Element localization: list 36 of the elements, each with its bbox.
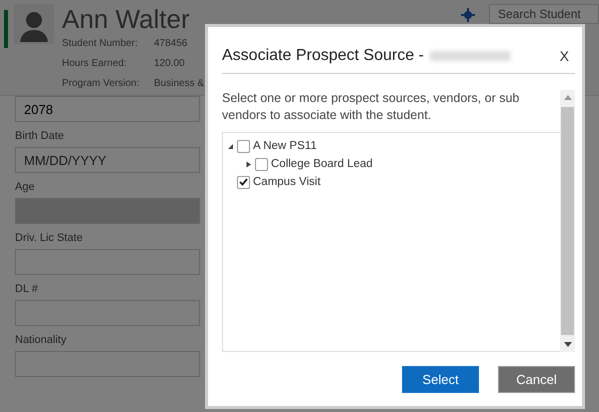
avatar-icon (14, 4, 54, 44)
field-label: Age (15, 181, 36, 193)
input-field[interactable]: MM/DD/YYYY (15, 147, 200, 173)
settings-icon[interactable] (461, 8, 475, 22)
field-label: DL # (15, 283, 39, 295)
input-field[interactable]: 2078 (15, 96, 200, 122)
field-label: Birth Date (15, 130, 65, 142)
student-name: Ann Walter (62, 4, 191, 34)
checkbox[interactable] (237, 140, 250, 152)
scrollbar[interactable] (560, 90, 575, 352)
detail-label: Hours Earned: (62, 57, 128, 71)
detail-value: 120.00 (154, 57, 185, 71)
instructions-text: Select one or more prospect sources, vendors, or sub vendors to associate with the student. (222, 90, 520, 124)
detail-value: Business & (154, 77, 204, 91)
close-button[interactable]: X (554, 48, 575, 64)
tree-item-label[interactable]: Campus Visit (253, 176, 321, 188)
tree-item-label[interactable]: College Board Lead (271, 158, 373, 170)
input-field[interactable] (15, 249, 200, 275)
scroll-down-icon[interactable] (564, 342, 572, 347)
checkbox[interactable] (237, 176, 250, 188)
detail-value: 478456 (154, 37, 188, 51)
cancel-button[interactable]: Cancel (498, 366, 575, 393)
field-label: Nationality (15, 334, 68, 346)
input-field[interactable] (15, 300, 200, 326)
detail-label: Program Version: (62, 77, 140, 91)
select-button[interactable]: Select (402, 366, 479, 393)
search-field[interactable]: Search Student (489, 4, 599, 24)
tree-item-label[interactable]: A New PS11 (253, 140, 317, 152)
field-label: Driv. Lic State (15, 232, 84, 244)
checkbox[interactable] (255, 158, 268, 170)
dialog-title: Associate Prospect Source - (222, 47, 424, 65)
status-bar-accent (4, 10, 8, 48)
collapse-icon[interactable] (227, 142, 234, 150)
detail-label: Student Number: (62, 37, 139, 51)
expand-icon[interactable] (245, 160, 252, 168)
input-field[interactable] (15, 351, 200, 377)
